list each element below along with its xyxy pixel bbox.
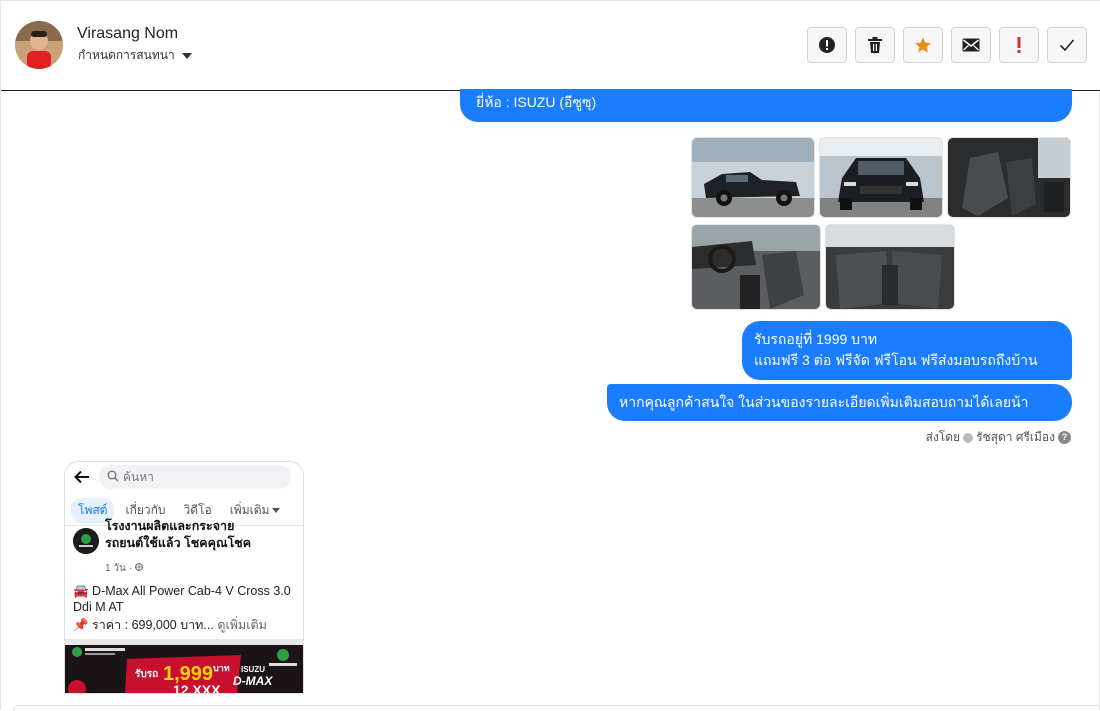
message-text: หากคุณลูกค้าสนใจ ในส่วนของรายละเอียดเพิ่… [619, 394, 1029, 410]
sent-by-info: ส่งโดย รัชสุดา ศรีเมือง ? [926, 428, 1071, 447]
see-more-link: ดูเพิ่มเติม [217, 618, 267, 632]
post-meta: 1 วัน · [105, 561, 143, 576]
car-photo-interior-rear[interactable] [825, 224, 955, 310]
post-price: 📌 ราคา : 699,000 บาท... [73, 618, 214, 632]
post-body: 🚘 D-Max All Power Cab-4 V Cross 3.0 Ddi … [73, 583, 301, 633]
page-name-line2: รถยนต์ใช้แล้ว โชคคุณโชค [105, 536, 252, 550]
message-text: ยี่ห้อ : ISUZU (อีซูซุ) [476, 94, 597, 110]
globe-icon [134, 563, 143, 574]
chevron-down-icon [272, 508, 281, 513]
star-icon [914, 36, 932, 54]
conversation-label: กำหนดการสนทนา [78, 48, 175, 62]
banner-baht-text: บาท [213, 663, 230, 673]
mark-done-button[interactable] [1047, 27, 1087, 63]
search-placeholder: ค้นหา [123, 469, 154, 484]
back-arrow-icon [73, 468, 91, 486]
message-text-line2: แถมฟรี 3 ต่อ ฟรีจัด ฟรีโอน ฟรีส่งมอบรถถึ… [754, 352, 1038, 368]
mark-unread-button[interactable] [951, 27, 991, 63]
post-price-row: 📌 ราคา : 699,000 บาท... ดูเพิ่มเติม [73, 617, 301, 633]
conversation-header: Virasang Nom กำหนดการสนทนา [1, 1, 1100, 91]
car-photo-exterior-front[interactable] [819, 137, 943, 218]
post-time: 1 วัน · [105, 563, 132, 574]
message-bubble-interest: หากคุณลูกค้าสนใจ ในส่วนของรายละเอียดเพิ่… [607, 384, 1072, 421]
sent-by-name: รัชสุดา ศรีเมือง [976, 430, 1055, 444]
car-photo-interior-front[interactable] [691, 224, 821, 310]
star-button[interactable] [903, 27, 943, 63]
post-topbar: ค้นหา [65, 462, 303, 492]
banner-receive-text: รับรถ [135, 668, 158, 680]
chevron-down-icon [181, 53, 192, 59]
post-banner-image: รับรถ 1,999 บาท 12,XXX ISUZU D-MAX [65, 639, 303, 694]
contact-name: Virasang Nom [77, 25, 179, 42]
check-icon [1059, 38, 1075, 52]
search-icon [107, 470, 119, 485]
envelope-icon [962, 38, 980, 52]
post-title: 🚘 D-Max All Power Cab-4 V Cross 3.0 Ddi … [73, 584, 291, 614]
banner-brand-text: ISUZU [241, 665, 265, 674]
help-icon[interactable]: ? [1058, 431, 1071, 444]
banner-installment-text: 12,XXX [173, 682, 221, 694]
page-logo-icon [73, 528, 99, 554]
sent-by-label: ส่งโดย [925, 430, 961, 444]
page-name-line1: โรงงานผลิตและกระจาย [105, 519, 235, 533]
page-name: โรงงานผลิตและกระจาย รถยนต์ใช้แล้ว โชคคุณ… [105, 519, 301, 552]
message-bubble-brand: ยี่ห้อ : ISUZU (อีซูซุ) [460, 89, 1072, 122]
post-search-bar: ค้นหา [99, 465, 291, 489]
composer-edge [13, 705, 1100, 711]
delete-button[interactable] [855, 27, 895, 63]
message-text-line1: รับรถอยู่ที่ 1999 บาท [754, 331, 878, 347]
conversation-settings-dropdown[interactable]: กำหนดการสนทนา [78, 46, 192, 65]
exclamation-icon [1016, 36, 1022, 54]
mark-important-button[interactable] [999, 27, 1039, 63]
contact-avatar[interactable] [15, 21, 63, 69]
trash-icon [867, 36, 883, 54]
chat-window: Virasang Nom กำหนดการสนทนา ยี่ห้อ: ISUZ… [0, 0, 1100, 711]
car-photo-exterior-side[interactable] [691, 137, 815, 218]
message-bubble-offer: รับรถอยู่ที่ 1999 บาท แถมฟรี 3 ต่อ ฟรีจั… [742, 321, 1072, 380]
shared-post-screenshot[interactable]: ค้นหา โพสต์ เกี่ยวกับ วิดีโอ เพิ่มเติม โ… [64, 461, 304, 694]
alert-circle-icon [818, 36, 836, 54]
agent-avatar-icon [963, 432, 974, 443]
car-photo-interior-seats[interactable] [947, 137, 1071, 218]
mark-alert-button[interactable] [807, 27, 847, 63]
conversation-actions [807, 27, 1087, 63]
banner-model-text: D-MAX [233, 674, 273, 688]
